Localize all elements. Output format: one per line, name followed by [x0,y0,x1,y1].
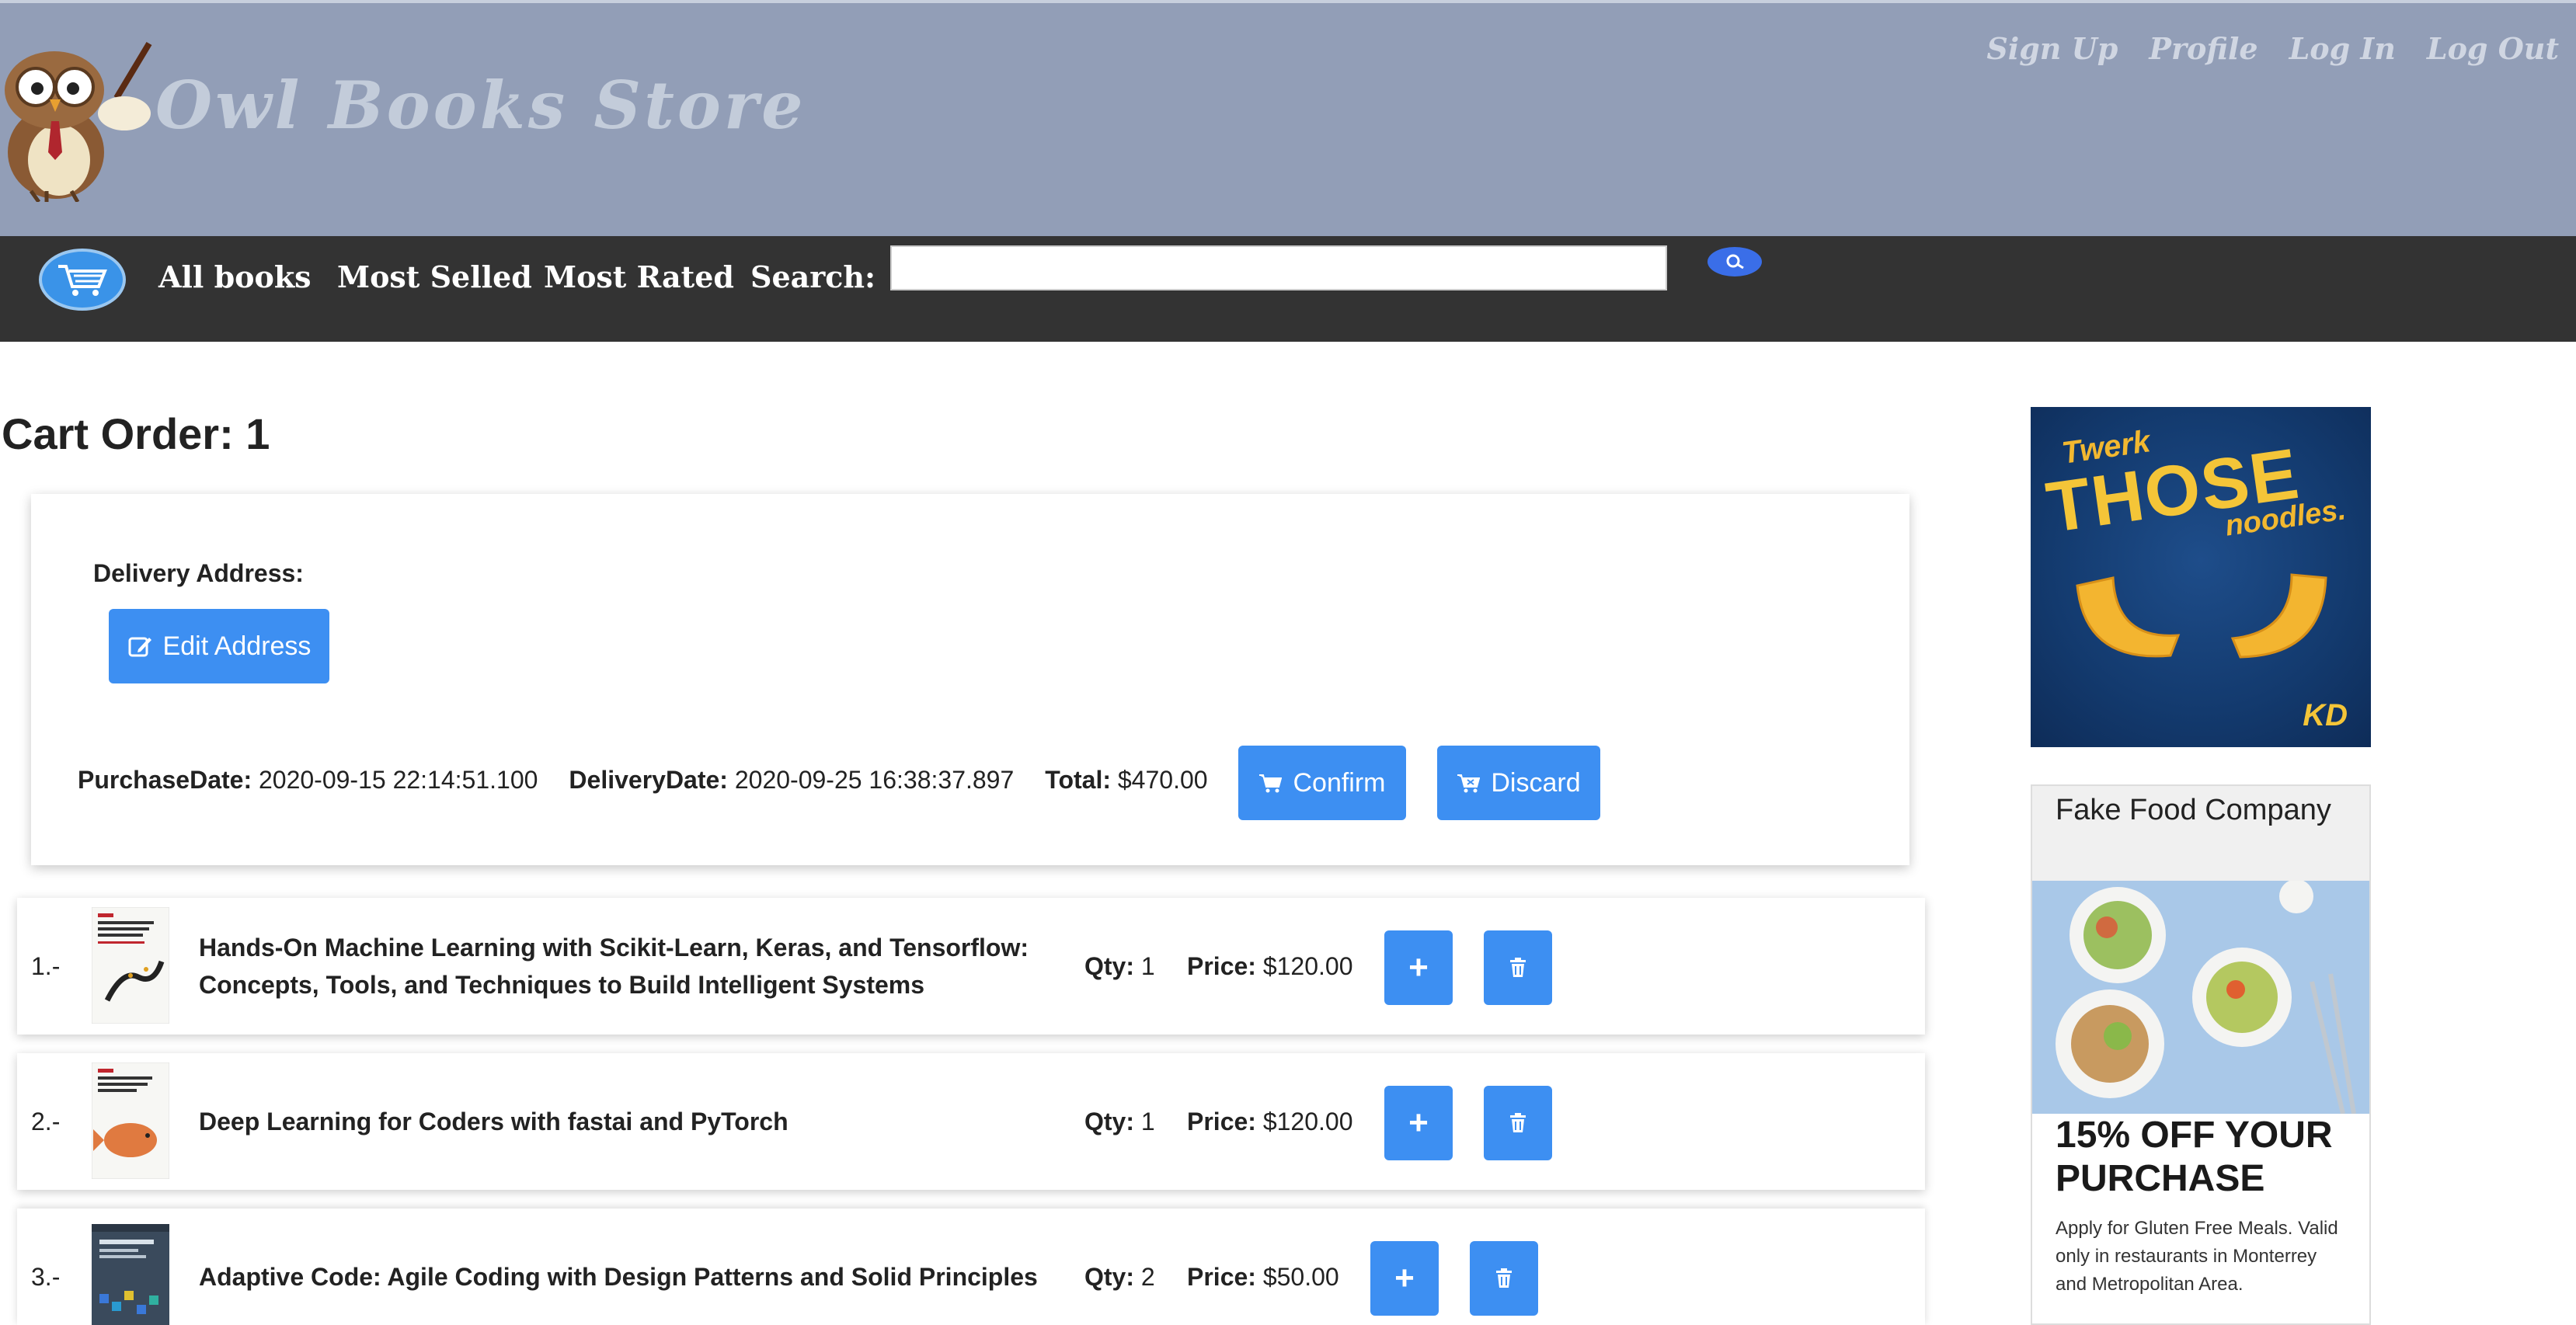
purchase-date-value: 2020-09-15 22:14:51.100 [258,766,538,794]
profile-link[interactable]: Profile [2149,31,2257,66]
discard-label: Discard [1491,767,1581,798]
remove-item-button[interactable] [1484,1086,1552,1160]
nav-most-rated[interactable]: Most Rated [544,259,734,294]
item-index: 2.- [31,1108,61,1135]
ad2-company: Fake Food Company [2056,794,2331,826]
ad1-brand: KD [2303,698,2348,732]
cart-remove-icon [1457,774,1481,793]
nav-most-selled[interactable]: Most Selled [337,259,532,294]
delivery-date-label: DeliveryDate: [569,766,728,794]
qty-label: Qty: [1084,952,1134,980]
advertisement-kd[interactable]: Twerk THOSE noodles. KD [2031,407,2371,747]
advertisement-food[interactable]: Fake Food Company 15% OFF YOUR PURCHASE … [2031,784,2371,1325]
price-label: Price: [1187,1108,1256,1135]
item-index: 1.- [31,952,61,980]
qty-value: 1 [1140,952,1155,980]
qty-value: 1 [1140,1108,1155,1135]
search-label: Search: [750,259,876,294]
edit-address-label: Edit Address [162,631,312,661]
qty-label: Qty: [1084,1108,1134,1135]
shopping-cart-icon [58,265,107,296]
price-value: $120.00 [1262,952,1353,980]
item-qty: Qty: 2 [1084,1263,1155,1292]
item-price: Price: $50.00 [1187,1263,1339,1292]
book-cover-image[interactable] [92,907,169,1024]
total-label: Total: [1045,766,1111,794]
discard-button[interactable]: Discard [1437,746,1600,820]
remove-item-button[interactable] [1470,1241,1538,1316]
order-meta: PurchaseDate: 2020-09-15 22:14:51.100 De… [78,766,1208,795]
item-index: 3.- [31,1263,61,1291]
search-button[interactable] [1707,247,1762,276]
item-title[interactable]: Deep Learning for Coders with fastai and… [199,1103,1077,1140]
item-price: Price: $120.00 [1187,1108,1353,1136]
trash-icon [1510,958,1526,977]
delivery-address-label: Delivery Address: [93,559,304,587]
total-value: $470.00 [1117,766,1208,794]
cart-item-row: 3.- Adaptive Code: Agile Coding with Des… [17,1208,1925,1325]
increase-qty-button[interactable]: + [1384,930,1453,1005]
purchase-date-label: PurchaseDate: [78,766,252,794]
owl-logo[interactable] [0,36,157,203]
search-input[interactable] [890,245,1667,290]
sign-up-link[interactable]: Sign Up [1986,31,2118,66]
search-icon [1726,254,1744,270]
account-links: Sign Up Profile Log In Log Out [1986,31,2559,66]
ad2-body: Apply for Gluten Free Meals. Valid only … [2056,1218,2338,1295]
item-price: Price: $120.00 [1187,952,1353,981]
nav-all-books[interactable]: All books [158,259,312,294]
ad2-food-photo [2032,881,2369,1114]
price-value: $50.00 [1262,1263,1339,1291]
price-label: Price: [1187,1263,1256,1291]
cart-button[interactable] [39,249,126,311]
edit-address-button[interactable]: Edit Address [109,609,329,683]
log-out-link[interactable]: Log Out [2427,31,2559,66]
qty-label: Qty: [1084,1263,1134,1291]
confirm-label: Confirm [1293,767,1386,798]
ad2-headline: 15% OFF YOUR PURCHASE [2056,1115,2333,1199]
macaroni-graphic [2076,573,2327,659]
plus-icon: + [1394,1259,1415,1297]
cart-icon [1259,774,1283,793]
price-value: $120.00 [1262,1108,1353,1135]
item-title[interactable]: Adaptive Code: Agile Coding with Design … [199,1258,1077,1295]
cart-item-row: 2.- Deep Learning for Coders with fastai… [17,1053,1925,1190]
book-cover-image[interactable] [92,1224,169,1325]
log-in-link[interactable]: Log In [2289,31,2396,66]
store-name[interactable]: Owl Books Store [155,67,806,144]
increase-qty-button[interactable]: + [1370,1241,1439,1316]
item-qty: Qty: 1 [1084,952,1155,981]
delivery-date-value: 2020-09-25 16:38:37.897 [734,766,1015,794]
increase-qty-button[interactable]: + [1384,1086,1453,1160]
plus-icon: + [1408,1104,1429,1142]
edit-icon [128,637,151,657]
book-cover-image[interactable] [92,1062,169,1179]
price-label: Price: [1187,952,1256,980]
trash-icon [1496,1268,1512,1288]
item-qty: Qty: 1 [1084,1108,1155,1136]
item-title[interactable]: Hands-On Machine Learning with Scikit-Le… [199,929,1077,1003]
qty-value: 2 [1140,1263,1155,1291]
trash-icon [1510,1113,1526,1132]
header-top-border [0,0,2576,3]
page-title: Cart Order: 1 [2,409,270,458]
cart-item-row: 1.- Hands-On Machine Learning with Sciki… [17,898,1925,1035]
confirm-button[interactable]: Confirm [1238,746,1406,820]
remove-item-button[interactable] [1484,930,1552,1005]
plus-icon: + [1408,948,1429,986]
